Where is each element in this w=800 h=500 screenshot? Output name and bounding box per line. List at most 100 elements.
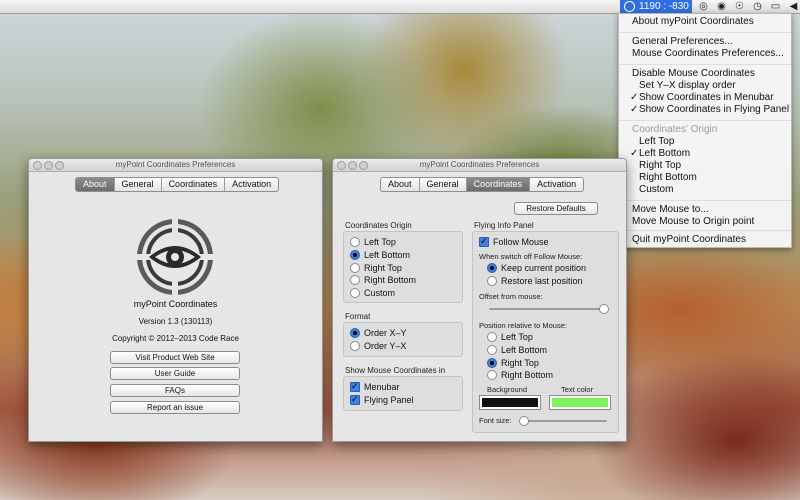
offset-slider[interactable] [489, 304, 609, 314]
close-icon[interactable] [337, 161, 346, 170]
menu-item-origin-left-top[interactable]: Left Top [639, 136, 674, 148]
origin-option-right-top[interactable]: Right Top [350, 262, 402, 274]
keep-current-position-option[interactable]: Keep current position [487, 262, 586, 274]
menu-separator [619, 120, 791, 121]
position-option-right-top[interactable]: Right Top [487, 357, 539, 369]
menu-item-general-preferences[interactable]: General Preferences... [632, 36, 733, 48]
tab-about[interactable]: About [76, 178, 115, 191]
origin-option-custom[interactable]: Custom [350, 287, 395, 299]
format-option-yx[interactable]: Order Y–X [350, 340, 406, 352]
radio-button[interactable] [487, 345, 497, 355]
format-option-xy[interactable]: Order X–Y [350, 327, 407, 339]
app-name: myPoint Coordinates [133, 299, 218, 309]
radio-button[interactable] [487, 276, 497, 286]
flying-panel-group: Follow Mouse When switch off Follow Mous… [472, 231, 619, 433]
app-logo-icon [137, 219, 213, 295]
coordinates-dropdown-menu: About myPoint Coordinates General Prefer… [618, 13, 792, 248]
menu-item-about[interactable]: About myPoint Coordinates [632, 16, 754, 28]
origin-option-left-bottom[interactable]: Left Bottom [350, 249, 410, 261]
origin-group: Left Top Left Bottom Right Top Right Bot… [343, 231, 463, 303]
radio-button[interactable] [487, 263, 497, 273]
menu-item-quit[interactable]: Quit myPoint Coordinates [632, 234, 746, 246]
menu-separator [619, 200, 791, 201]
show-option-menubar[interactable]: Menubar [350, 380, 400, 393]
tab-activation[interactable]: Activation [225, 178, 278, 191]
tab-about[interactable]: About [381, 178, 420, 191]
background-color-well[interactable] [479, 395, 541, 410]
origin-group-label: Coordinates Origin [345, 221, 412, 230]
circle-icon[interactable]: ◎ [698, 1, 709, 12]
time-machine-icon[interactable]: ◷ [752, 1, 763, 12]
visit-website-button[interactable]: Visit Product Web Site [110, 351, 240, 364]
radio-button[interactable] [350, 250, 360, 260]
restore-defaults-button[interactable]: Restore Defaults [514, 202, 598, 215]
radio-button[interactable] [350, 341, 360, 351]
checkbox[interactable] [350, 393, 360, 405]
radio-button[interactable] [350, 275, 360, 285]
report-issue-button[interactable]: Report an issue [110, 401, 240, 414]
menu-item-show-menubar[interactable]: ✓ Show Coordinates in Menubar [630, 92, 774, 104]
faqs-button[interactable]: FAQs [110, 384, 240, 397]
tab-coordinates[interactable]: Coordinates [162, 178, 226, 191]
position-option-left-top[interactable]: Left Top [487, 331, 533, 343]
menu-item-origin-right-top[interactable]: Right Top [639, 160, 681, 172]
radio-button[interactable] [350, 263, 360, 273]
tab-coordinates[interactable]: Coordinates [466, 178, 531, 191]
checkmark-icon: ✓ [630, 148, 639, 159]
accessibility-icon[interactable]: ☉ [734, 1, 745, 12]
preferences-window-about: myPoint Coordinates Preferences About Ge… [28, 158, 323, 442]
menu-separator [619, 64, 791, 65]
slider-knob[interactable] [519, 416, 529, 426]
menu-item-move-mouse[interactable]: Move Mouse to... [632, 204, 709, 216]
window-titlebar: myPoint Coordinates Preferences [333, 159, 626, 172]
radio-button[interactable] [350, 237, 360, 247]
display-icon[interactable]: ▭ [770, 1, 781, 12]
menu-item-yx-order[interactable]: Set Y–X display order [639, 80, 736, 92]
radio-button[interactable] [350, 328, 360, 338]
app-version: Version 1.3 (130113) [138, 317, 213, 326]
menu-separator [619, 32, 791, 33]
tab-activation[interactable]: Activation [530, 178, 583, 191]
tab-general[interactable]: General [420, 178, 467, 191]
position-option-left-bottom[interactable]: Left Bottom [487, 344, 547, 356]
format-group-label: Format [345, 312, 371, 321]
menu-separator [619, 230, 791, 231]
font-size-label: Font size: [479, 416, 512, 425]
menu-item-origin-right-bottom[interactable]: Right Bottom [639, 172, 697, 184]
user-guide-button[interactable]: User Guide [110, 367, 240, 380]
menu-item-move-mouse-origin[interactable]: Move Mouse to Origin point [632, 216, 754, 228]
radio-button[interactable] [487, 358, 497, 368]
close-icon[interactable] [33, 161, 42, 170]
zoom-icon[interactable] [55, 161, 64, 170]
show-group: Menubar Flying Panel [343, 376, 463, 411]
origin-option-left-top[interactable]: Left Top [350, 236, 396, 248]
coordinates-menubar-item[interactable]: 1190 : -830 [620, 0, 692, 13]
checkbox[interactable] [479, 235, 489, 247]
text-color-well[interactable] [549, 395, 611, 410]
volume-icon[interactable]: ◀ [788, 1, 799, 12]
checkmark-icon: ✓ [630, 92, 639, 103]
menu-item-show-flying[interactable]: ✓ Show Coordinates in Flying Panel [630, 104, 789, 116]
minimize-icon[interactable] [44, 161, 53, 170]
font-size-slider[interactable] [519, 416, 607, 426]
radio-button[interactable] [487, 370, 497, 380]
menu-item-disable[interactable]: Disable Mouse Coordinates [632, 68, 755, 80]
follow-mouse-checkbox[interactable]: Follow Mouse [479, 235, 549, 248]
minimize-icon[interactable] [348, 161, 357, 170]
target-icon[interactable]: ◉ [716, 1, 727, 12]
radio-button[interactable] [487, 332, 497, 342]
zoom-icon[interactable] [359, 161, 368, 170]
origin-option-right-bottom[interactable]: Right Bottom [350, 274, 416, 286]
menu-item-mouse-preferences[interactable]: Mouse Coordinates Preferences... [632, 48, 784, 60]
radio-button[interactable] [350, 288, 360, 298]
menu-item-origin-left-bottom[interactable]: ✓ Left Bottom [630, 148, 690, 160]
tab-general[interactable]: General [115, 178, 162, 191]
restore-last-position-option[interactable]: Restore last position [487, 275, 583, 287]
checkmark-icon: ✓ [630, 104, 639, 115]
flying-group-label: Flying Info Panel [474, 221, 534, 230]
position-option-right-bottom[interactable]: Right Bottom [487, 369, 553, 381]
slider-knob[interactable] [599, 304, 609, 314]
checkbox[interactable] [350, 380, 360, 392]
show-option-flying-panel[interactable]: Flying Panel [350, 393, 414, 406]
menu-item-origin-custom[interactable]: Custom [639, 184, 673, 196]
